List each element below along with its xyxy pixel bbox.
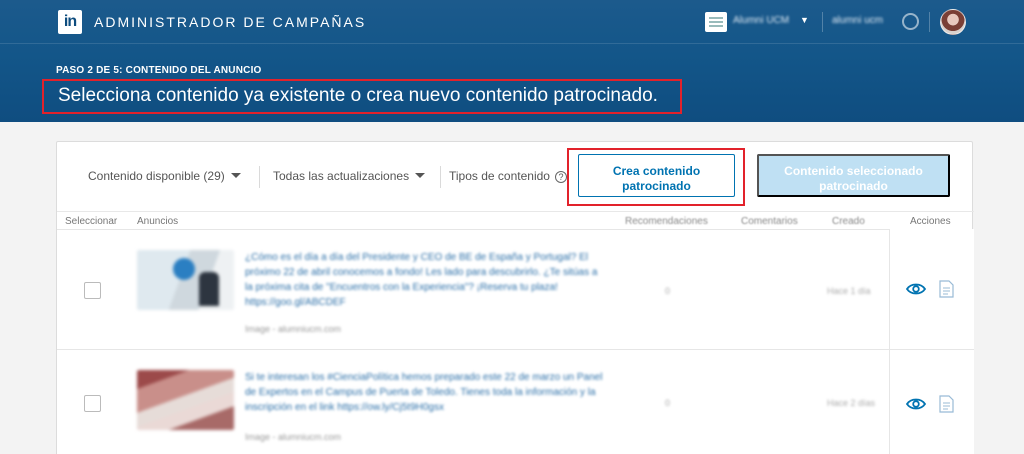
ad-text[interactable]: Si te interesan los #CienciaPolítica hem…	[245, 370, 605, 415]
help-icon[interactable]	[902, 13, 919, 30]
linkedin-logo-icon[interactable]: in	[58, 10, 82, 34]
document-icon[interactable]	[939, 395, 954, 413]
campaign-manager-header: in ADMINISTRADOR DE CAMPAÑAS Alumni UCM …	[0, 0, 1024, 122]
table-row: Si te interesan los #CienciaPolítica hem…	[57, 349, 889, 454]
toolbar-divider	[259, 166, 260, 188]
document-icon[interactable]	[939, 280, 954, 298]
column-header-select: Seleccionar	[65, 216, 118, 227]
nav-divider	[822, 12, 823, 32]
ad-thumbnail	[137, 250, 234, 310]
avatar[interactable]	[940, 9, 966, 35]
eye-icon[interactable]	[906, 397, 926, 411]
content-types-filter[interactable]: Tipos de contenido?	[449, 169, 567, 183]
ad-meta: Image - alumniucm.com	[245, 432, 342, 442]
create-sponsored-content-button[interactable]: Crea contenido patrocinado	[578, 154, 735, 197]
row-divider	[889, 349, 974, 350]
table-row: ¿Cómo es el día a día del Presidente y C…	[57, 229, 889, 347]
toolbar-divider	[440, 166, 441, 188]
content-card: Contenido disponible (29) Todas las actu…	[56, 141, 974, 454]
caret-down-icon	[230, 173, 241, 178]
eye-icon[interactable]	[906, 282, 926, 296]
account-building-icon[interactable]	[705, 12, 727, 32]
recommendations-count: 0	[665, 286, 671, 296]
row-checkbox[interactable]	[84, 282, 101, 299]
chevron-down-icon[interactable]: ▼	[800, 15, 809, 25]
ad-thumbnail	[137, 370, 234, 430]
created-date: Hace 1 día	[827, 286, 871, 296]
created-date: Hace 2 días	[827, 398, 876, 408]
recommendations-count: 0	[665, 398, 671, 408]
column-header-comments: Comentarios	[741, 216, 798, 227]
updates-filter-label: Todas las actualizaciones	[273, 169, 410, 183]
column-header-actions: Acciones	[910, 216, 951, 227]
available-content-dropdown[interactable]: Contenido disponible (29)	[88, 169, 241, 183]
content-types-label: Tipos de contenido	[449, 169, 550, 183]
top-nav: in ADMINISTRADOR DE CAMPAÑAS Alumni UCM …	[0, 0, 1024, 44]
caret-down-icon	[415, 173, 426, 178]
actions-column	[889, 229, 974, 454]
updates-filter-dropdown[interactable]: Todas las actualizaciones	[273, 169, 426, 183]
question-circle-icon[interactable]: ?	[554, 171, 567, 183]
selected-sponsored-content-button: Contenido seleccionado patrocinado	[757, 154, 950, 197]
app-title: ADMINISTRADOR DE CAMPAÑAS	[94, 14, 367, 30]
user-name[interactable]: alumni ucm	[832, 15, 883, 26]
ad-text[interactable]: ¿Cómo es el día a día del Presidente y C…	[245, 250, 605, 310]
available-content-label: Contenido disponible (29)	[88, 169, 225, 183]
column-header-ads: Anuncios	[137, 216, 179, 227]
account-selector[interactable]: Alumni UCM	[733, 15, 789, 26]
page-title: Selecciona contenido ya existente o crea…	[42, 79, 682, 114]
step-label: PASO 2 DE 5: CONTENIDO DEL ANUNCIO	[56, 65, 262, 76]
content-toolbar: Contenido disponible (29) Todas las actu…	[57, 142, 974, 212]
nav-divider	[929, 12, 930, 32]
column-header-created: Creado	[832, 216, 865, 227]
column-header-recommendations: Recomendaciones	[625, 216, 708, 227]
row-checkbox[interactable]	[84, 395, 101, 412]
ad-meta: Image - alumniucm.com	[245, 324, 342, 334]
